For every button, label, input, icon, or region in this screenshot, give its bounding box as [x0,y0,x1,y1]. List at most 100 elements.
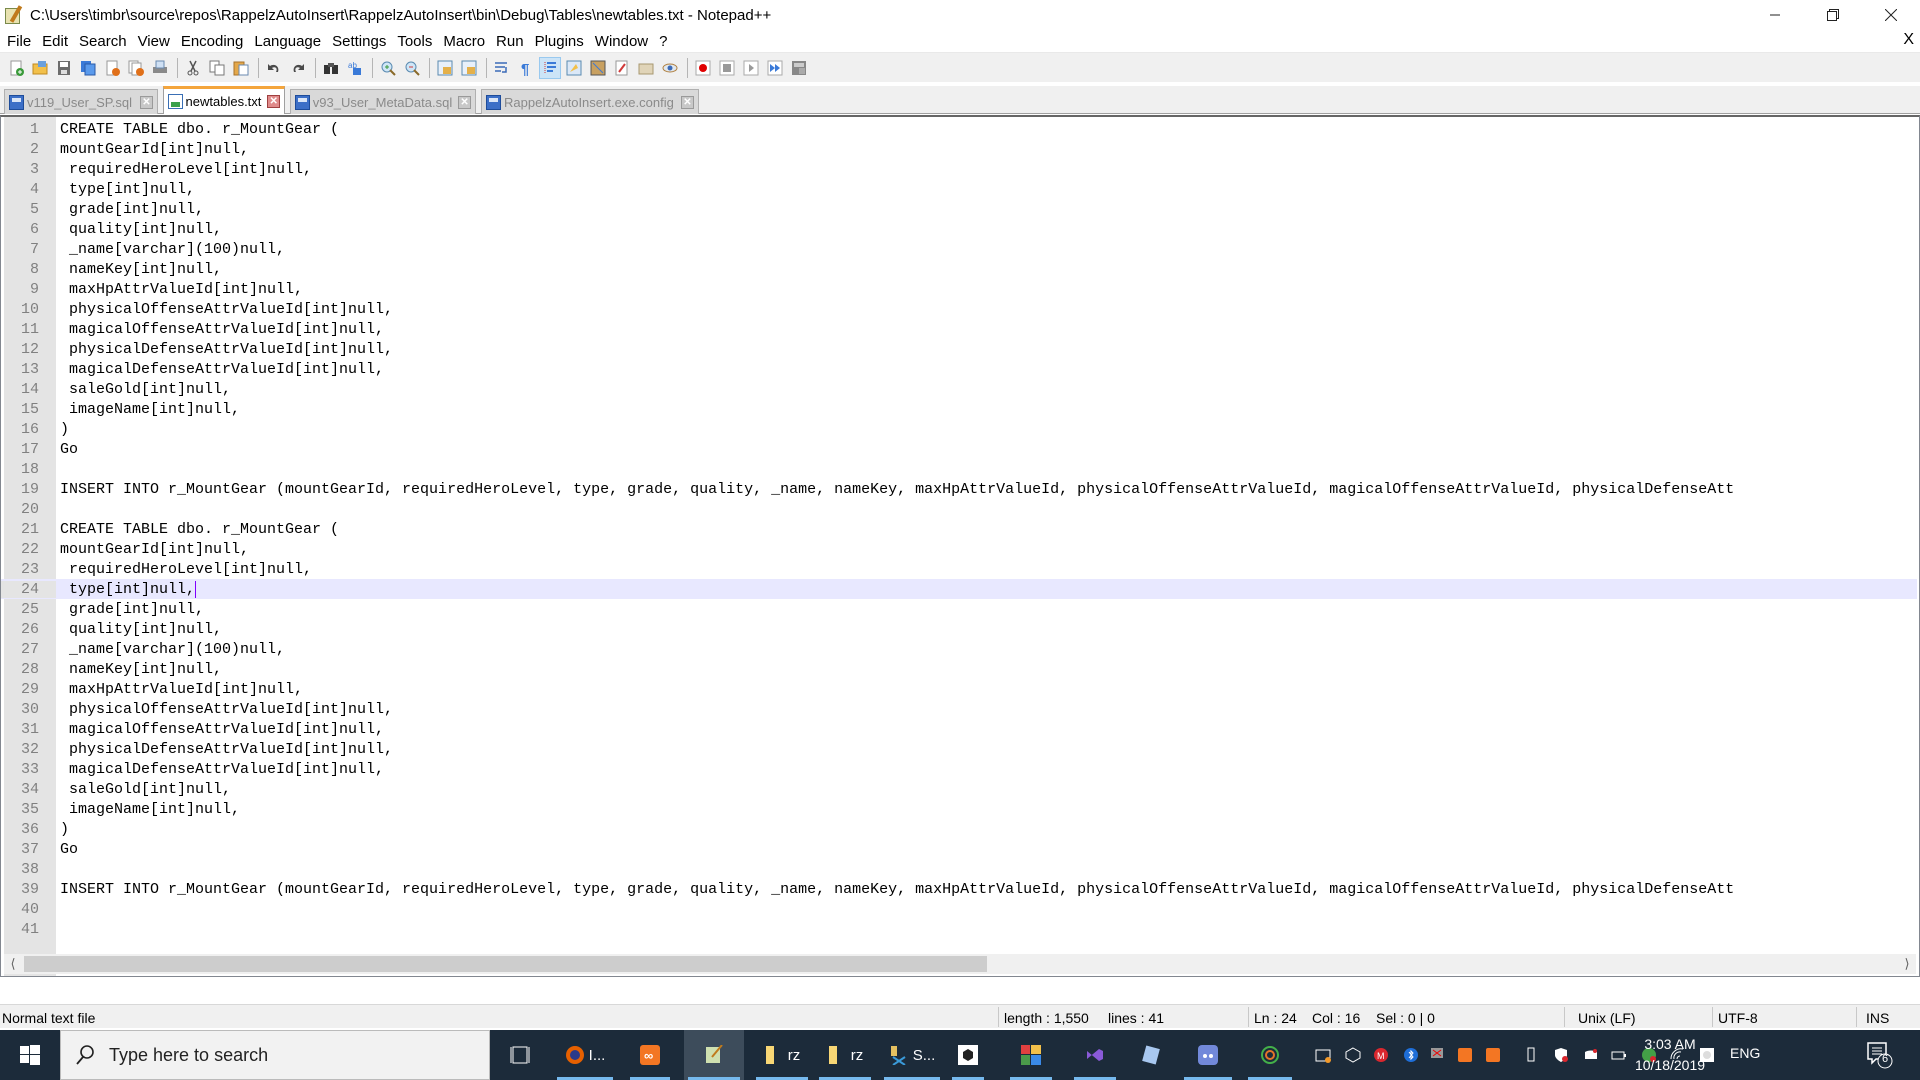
taskbar-app-file-explorer-1[interactable]: rz [752,1030,812,1080]
editor-lines[interactable]: 1 CREATE TABLE dbo. r_MountGear (2 mountGe… [1,119,1917,939]
horizontal-scrollbar-thumb[interactable] [24,956,987,972]
tab-newtables-txt[interactable]: newtables.txt ✕ [163,86,285,114]
tray-network-monitor-tray-button[interactable] [1424,1030,1450,1080]
scroll-right-arrow-icon[interactable]: ⟩ [1898,954,1916,974]
save-all-button[interactable] [77,57,99,79]
tab-close-icon[interactable]: ✕ [458,95,471,109]
macro-save-button[interactable] [788,57,810,79]
editor-line[interactable]: 7 _name[varchar](100)null, [1,239,1917,259]
tray-xampp-tray-button[interactable] [1452,1030,1478,1080]
print-button[interactable] [149,57,171,79]
editor-line[interactable]: 35 imageName[int]null, [1,799,1917,819]
editor-line[interactable]: 40 [1,899,1917,919]
editor-line[interactable]: 10 physicalOffenseAttrValueId[int]null, [1,299,1917,319]
editor[interactable]: 1 CREATE TABLE dbo. r_MountGear (2 mountGe… [0,115,1920,977]
editor-line[interactable]: 23 requiredHeroLevel[int]null, [1,559,1917,579]
tab-rappelzautoinsert-exe-config[interactable]: RappelzAutoInsert.exe.config ✕ [481,89,699,114]
tray-discord-tray-button[interactable] [1578,1030,1604,1080]
save-button[interactable] [53,57,75,79]
editor-line[interactable]: 25 grade[int]null, [1,599,1917,619]
document-map-button[interactable] [587,57,609,79]
editor-line[interactable]: 32 physicalDefenseAttrValueId[int]null, [1,739,1917,759]
action-center-button[interactable]: 6 [1864,1040,1894,1070]
system-clock[interactable]: 3:03 AM 10/18/2019 [1632,1034,1708,1076]
show-all-chars-button[interactable]: ¶ [515,57,537,79]
close-button[interactable] [101,57,123,79]
editor-line[interactable]: 16) [1,419,1917,439]
editor-line[interactable]: 13 magicalDefenseAttrValueId[int]null, [1,359,1917,379]
taskbar-app-notepad-plus-plus[interactable] [684,1030,744,1080]
find-button[interactable] [320,57,342,79]
editor-line[interactable]: 24 type[int]null, [1,579,1917,599]
editor-line[interactable]: 20 [1,499,1917,519]
editor-line[interactable]: 29 maxHpAttrValueId[int]null, [1,679,1917,699]
taskbar-app-discord[interactable] [1180,1030,1236,1080]
menu-language[interactable]: Language [250,33,328,50]
editor-line[interactable]: 22 mountGearId[int]null, [1,539,1917,559]
editor-line[interactable]: 41 [1,919,1917,939]
editor-line[interactable]: 33 magicalDefenseAttrValueId[int]null, [1,759,1917,779]
menu-view[interactable]: View [134,33,177,50]
power-tray-button[interactable] [1606,1030,1632,1080]
taskbar-app-app-tiles[interactable] [1006,1030,1056,1080]
monitoring-button[interactable] [659,57,681,79]
editor-line[interactable]: 37 Go [1,839,1917,859]
replace-button[interactable]: ab [344,57,366,79]
taskbar-app-notepad[interactable] [1126,1030,1176,1080]
restore-button[interactable] [1804,0,1862,30]
editor-line[interactable]: 12 physicalDefenseAttrValueId[int]null, [1,339,1917,359]
editor-line[interactable]: 39 INSERT INTO r_MountGear (mountGearId, … [1,879,1917,899]
menu-help[interactable]: ? [655,33,674,50]
indent-guide-button[interactable] [539,56,561,79]
folder-as-workspace-button[interactable] [635,57,657,79]
close-document-button[interactable]: X [1903,31,1914,49]
taskbar-app-task-view[interactable] [500,1030,540,1080]
editor-line[interactable]: 34 saleGold[int]null, [1,779,1917,799]
editor-line[interactable]: 9 maxHpAttrValueId[int]null, [1,279,1917,299]
taskbar-app-visual-studio[interactable] [1070,1030,1120,1080]
zoom-in-button[interactable] [377,57,399,79]
editor-line[interactable]: 3 requiredHeroLevel[int]null, [1,159,1917,179]
minimize-button[interactable] [1746,0,1804,30]
sync-horizontal-button[interactable] [458,57,480,79]
tab-v119-user-sp-sql[interactable]: v119_User_SP.sql ✕ [4,89,158,114]
editor-line[interactable]: 36) [1,819,1917,839]
paste-button[interactable] [230,57,252,79]
taskbar-app-firefox[interactable]: I... [553,1030,617,1080]
tray-unity-tray-button[interactable] [1340,1030,1366,1080]
taskbar-search-box[interactable]: Type here to search [60,1030,490,1080]
tab-close-icon[interactable]: ✕ [681,95,694,109]
tray-screenshot-tray-button[interactable] [1310,1030,1336,1080]
editor-line[interactable]: 1 CREATE TABLE dbo. r_MountGear ( [1,119,1917,139]
editor-line[interactable]: 38 [1,859,1917,879]
copy-button[interactable] [206,57,228,79]
zoom-out-button[interactable] [401,57,423,79]
editor-line[interactable]: 17 Go [1,439,1917,459]
tab-close-icon[interactable]: ✕ [267,95,280,108]
close-button[interactable] [1862,0,1920,30]
macro-stop-button[interactable] [716,57,738,79]
tab-close-icon[interactable]: ✕ [140,95,153,109]
open-file-button[interactable] [29,57,51,79]
taskbar-app-sql-server[interactable]: S... [880,1030,944,1080]
horizontal-scrollbar[interactable]: ⟨ ⟩ [4,954,1916,974]
undo-button[interactable] [263,57,285,79]
taskbar-app-file-explorer-2[interactable]: rz [815,1030,875,1080]
menu-run[interactable]: Run [492,33,531,50]
editor-line[interactable]: 5 grade[int]null, [1,199,1917,219]
taskbar-app-unity[interactable] [948,1030,988,1080]
editor-line[interactable]: 19 INSERT INTO r_MountGear (mountGearId, … [1,479,1917,499]
menu-search[interactable]: Search [75,33,134,50]
usb-drive-tray-button[interactable] [1518,1030,1544,1080]
macro-run-multiple-button[interactable] [764,57,786,79]
taskbar-app-anaconda[interactable] [1244,1030,1296,1080]
editor-line[interactable]: 2 mountGearId[int]null, [1,139,1917,159]
menu-plugins[interactable]: Plugins [531,33,591,50]
user-defined-language-button[interactable] [563,57,585,79]
function-list-button[interactable] [611,57,633,79]
editor-line[interactable]: 18 [1,459,1917,479]
menu-encoding[interactable]: Encoding [177,33,251,50]
menu-file[interactable]: File [3,33,38,50]
sync-vertical-button[interactable] [434,57,456,79]
editor-line[interactable]: 27 _name[varchar](100)null, [1,639,1917,659]
